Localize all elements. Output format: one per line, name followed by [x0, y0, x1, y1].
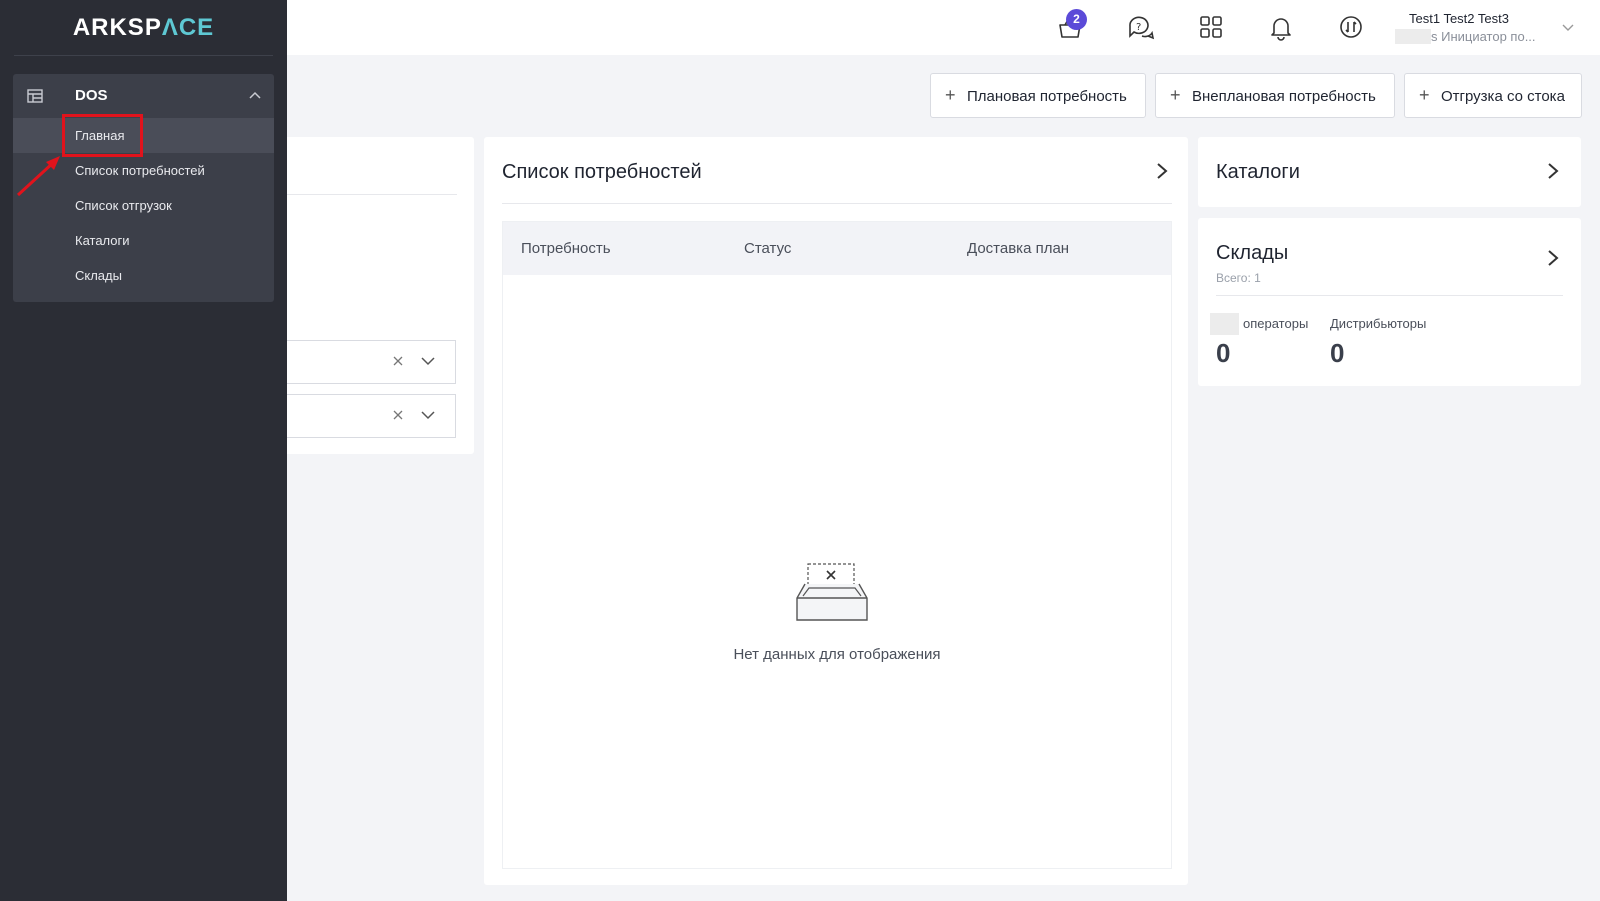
needs-table-header: Потребность Статус Доставка план	[503, 222, 1171, 275]
user-role: s Инициатор по...	[1431, 29, 1536, 44]
sidebar-item-needs-list[interactable]: Список потребностей	[13, 153, 274, 188]
chat-help-icon[interactable]: ?	[1126, 12, 1156, 42]
stat-distributors-value: 0	[1330, 338, 1345, 368]
sync-icon[interactable]	[1336, 12, 1366, 42]
filter-select-2[interactable]	[287, 394, 456, 438]
user-role-redacted	[1395, 29, 1431, 44]
empty-state-text: Нет данных для отображения	[733, 646, 941, 663]
stat-distributors-label: Дистрибьюторы	[1330, 316, 1427, 331]
warehouses-card-title: Склады	[1216, 242, 1289, 264]
chevron-down-icon[interactable]	[1561, 20, 1575, 34]
sidebar-item-warehouses[interactable]: Склады	[13, 258, 274, 293]
warehouses-card[interactable]: Склады Всего: 1 операторы 0 Дистрибьютор…	[1198, 218, 1581, 386]
sidebar-item-catalogs[interactable]: Каталоги	[13, 223, 274, 258]
plus-icon: +	[1419, 85, 1430, 105]
stat-operators-value: 0	[1216, 338, 1231, 368]
menu-group-dos: DOS Главная Список потребностей Список о…	[13, 74, 274, 302]
chevron-up-icon[interactable]	[248, 89, 262, 103]
sidebar-item-shipments-list[interactable]: Список отгрузок	[13, 188, 274, 223]
sidebar: ARKSPΛCE DOS Главная Список потребностей…	[0, 0, 287, 901]
menu-group-header[interactable]: DOS	[13, 74, 274, 118]
chevron-right-icon[interactable]	[1543, 161, 1563, 181]
stat-operators-label: операторы	[1243, 316, 1309, 331]
top-bar	[287, 0, 1600, 55]
user-name[interactable]: Test1 Test2 Test3	[1409, 11, 1509, 26]
unplanned-need-button[interactable]: + Внеплановая потребность	[1155, 73, 1395, 118]
filters-panel	[287, 137, 474, 454]
warehouses-divider	[1216, 295, 1563, 296]
plus-icon: +	[945, 85, 956, 105]
chevron-down-icon[interactable]	[420, 407, 436, 423]
planned-need-button[interactable]: + Плановая потребность	[930, 73, 1146, 118]
stat-label-redacted	[1210, 313, 1239, 335]
column-header-need[interactable]: Потребность	[521, 240, 611, 257]
logo[interactable]: ARKSPΛCE	[0, 14, 287, 42]
catalogs-card-title: Каталоги	[1216, 161, 1300, 183]
clear-icon[interactable]	[390, 353, 406, 369]
filter-select-1[interactable]	[287, 340, 456, 384]
chevron-down-icon[interactable]	[420, 353, 436, 369]
clear-icon[interactable]	[390, 407, 406, 423]
bell-icon[interactable]	[1266, 12, 1296, 42]
menu-group-title: DOS	[75, 87, 108, 104]
column-header-delivery-plan[interactable]: Доставка план	[967, 240, 1069, 257]
needs-table: Потребность Статус Доставка план Нет дан…	[502, 221, 1172, 869]
sidebar-item-home[interactable]: Главная	[13, 118, 274, 153]
chevron-right-icon[interactable]	[1152, 161, 1172, 181]
svg-text:?: ?	[1136, 22, 1141, 33]
needs-panel-title: Список потребностей	[502, 161, 702, 183]
logo-divider	[14, 55, 273, 56]
cart-badge: 2	[1066, 9, 1087, 30]
column-header-status[interactable]: Статус	[744, 240, 791, 257]
plus-icon: +	[1170, 85, 1181, 105]
needs-panel-divider	[502, 203, 1172, 204]
warehouses-total: Всего: 1	[1216, 271, 1261, 285]
chevron-right-icon[interactable]	[1543, 248, 1563, 268]
table-grid-icon	[27, 89, 43, 103]
empty-inbox-icon	[796, 563, 868, 621]
apps-grid-icon[interactable]	[1196, 12, 1226, 42]
stock-shipment-button[interactable]: + Отгрузка со стока	[1404, 73, 1582, 118]
filters-divider	[287, 194, 457, 195]
catalogs-card[interactable]: Каталоги	[1198, 137, 1581, 207]
needs-panel: Список потребностей Потребность Статус Д…	[484, 137, 1188, 885]
